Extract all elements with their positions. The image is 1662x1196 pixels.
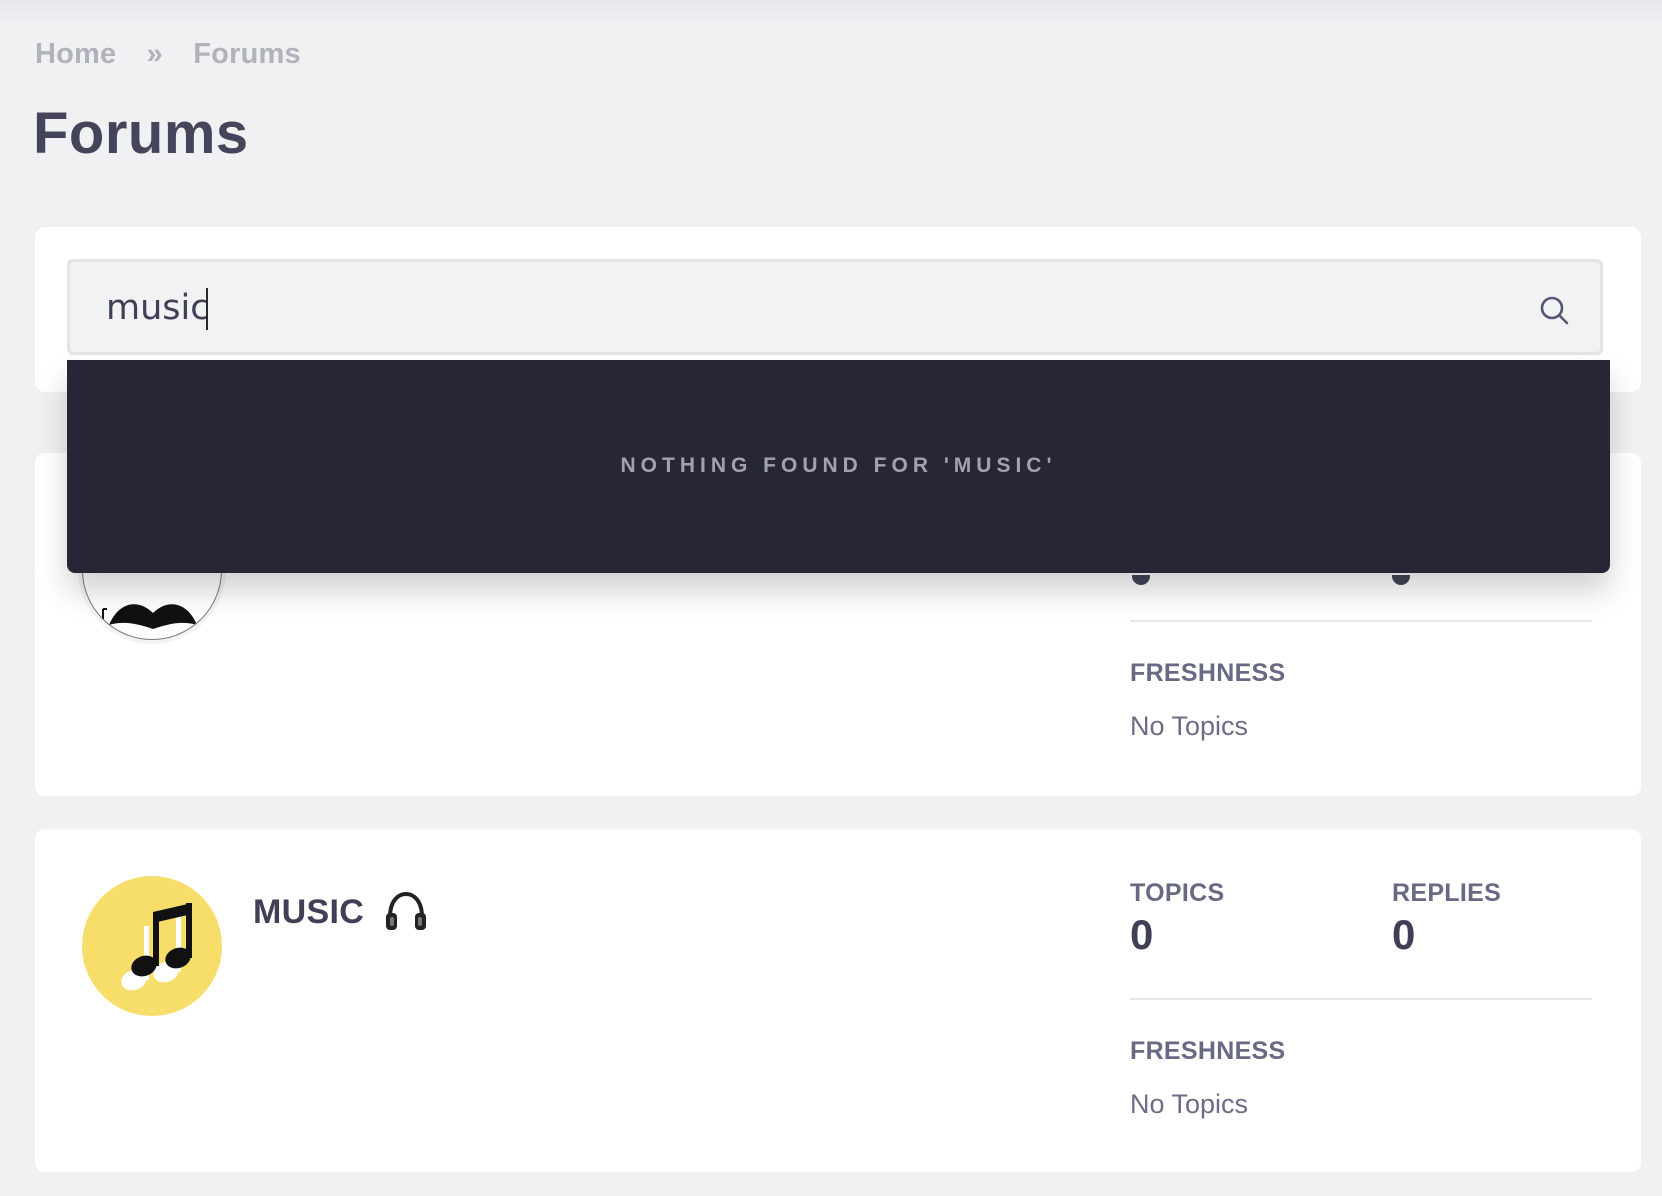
freshness-label: FRESHNESS	[1130, 1037, 1286, 1065]
breadcrumb-home-link[interactable]: Home	[35, 38, 116, 70]
breadcrumb: Home » Forums	[35, 38, 301, 71]
page-title: Forums	[33, 101, 249, 166]
search-results-dropdown: NOTHING FOUND FOR 'MUSIC'	[67, 360, 1610, 573]
freshness-label: FRESHNESS	[1130, 659, 1286, 687]
no-results-message: NOTHING FOUND FOR 'MUSIC'	[620, 454, 1057, 477]
breadcrumb-current[interactable]: Forums	[193, 38, 301, 70]
text-caret	[206, 288, 208, 330]
forum-title-text[interactable]: MUSIC	[253, 893, 364, 931]
breadcrumb-separator: »	[146, 38, 163, 70]
freshness-value: No Topics	[1130, 1089, 1249, 1119]
stats-divider	[1130, 998, 1592, 1000]
freshness-value: No Topics	[1130, 711, 1249, 741]
top-shade	[0, 0, 1662, 26]
search-box[interactable]	[67, 259, 1603, 355]
forum-title[interactable]: MUSIC	[253, 892, 428, 932]
replies-value-partial	[1392, 575, 1410, 585]
search-input[interactable]	[106, 280, 1486, 336]
topics-label: TOPICS	[1130, 879, 1225, 907]
forum-card: MUSIC TOPICS 0 REPLIES 0 FRESHNESS No To…	[35, 829, 1641, 1172]
replies-label: REPLIES	[1392, 879, 1502, 907]
topics-value: 0	[1130, 911, 1154, 958]
headphones-icon	[385, 892, 426, 931]
topics-value-partial	[1132, 575, 1150, 585]
forum-avatar[interactable]	[82, 876, 222, 1016]
replies-value: 0	[1392, 911, 1416, 958]
search-icon[interactable]	[1538, 294, 1570, 326]
stats-divider	[1130, 620, 1592, 622]
music-note-icon	[121, 903, 192, 991]
